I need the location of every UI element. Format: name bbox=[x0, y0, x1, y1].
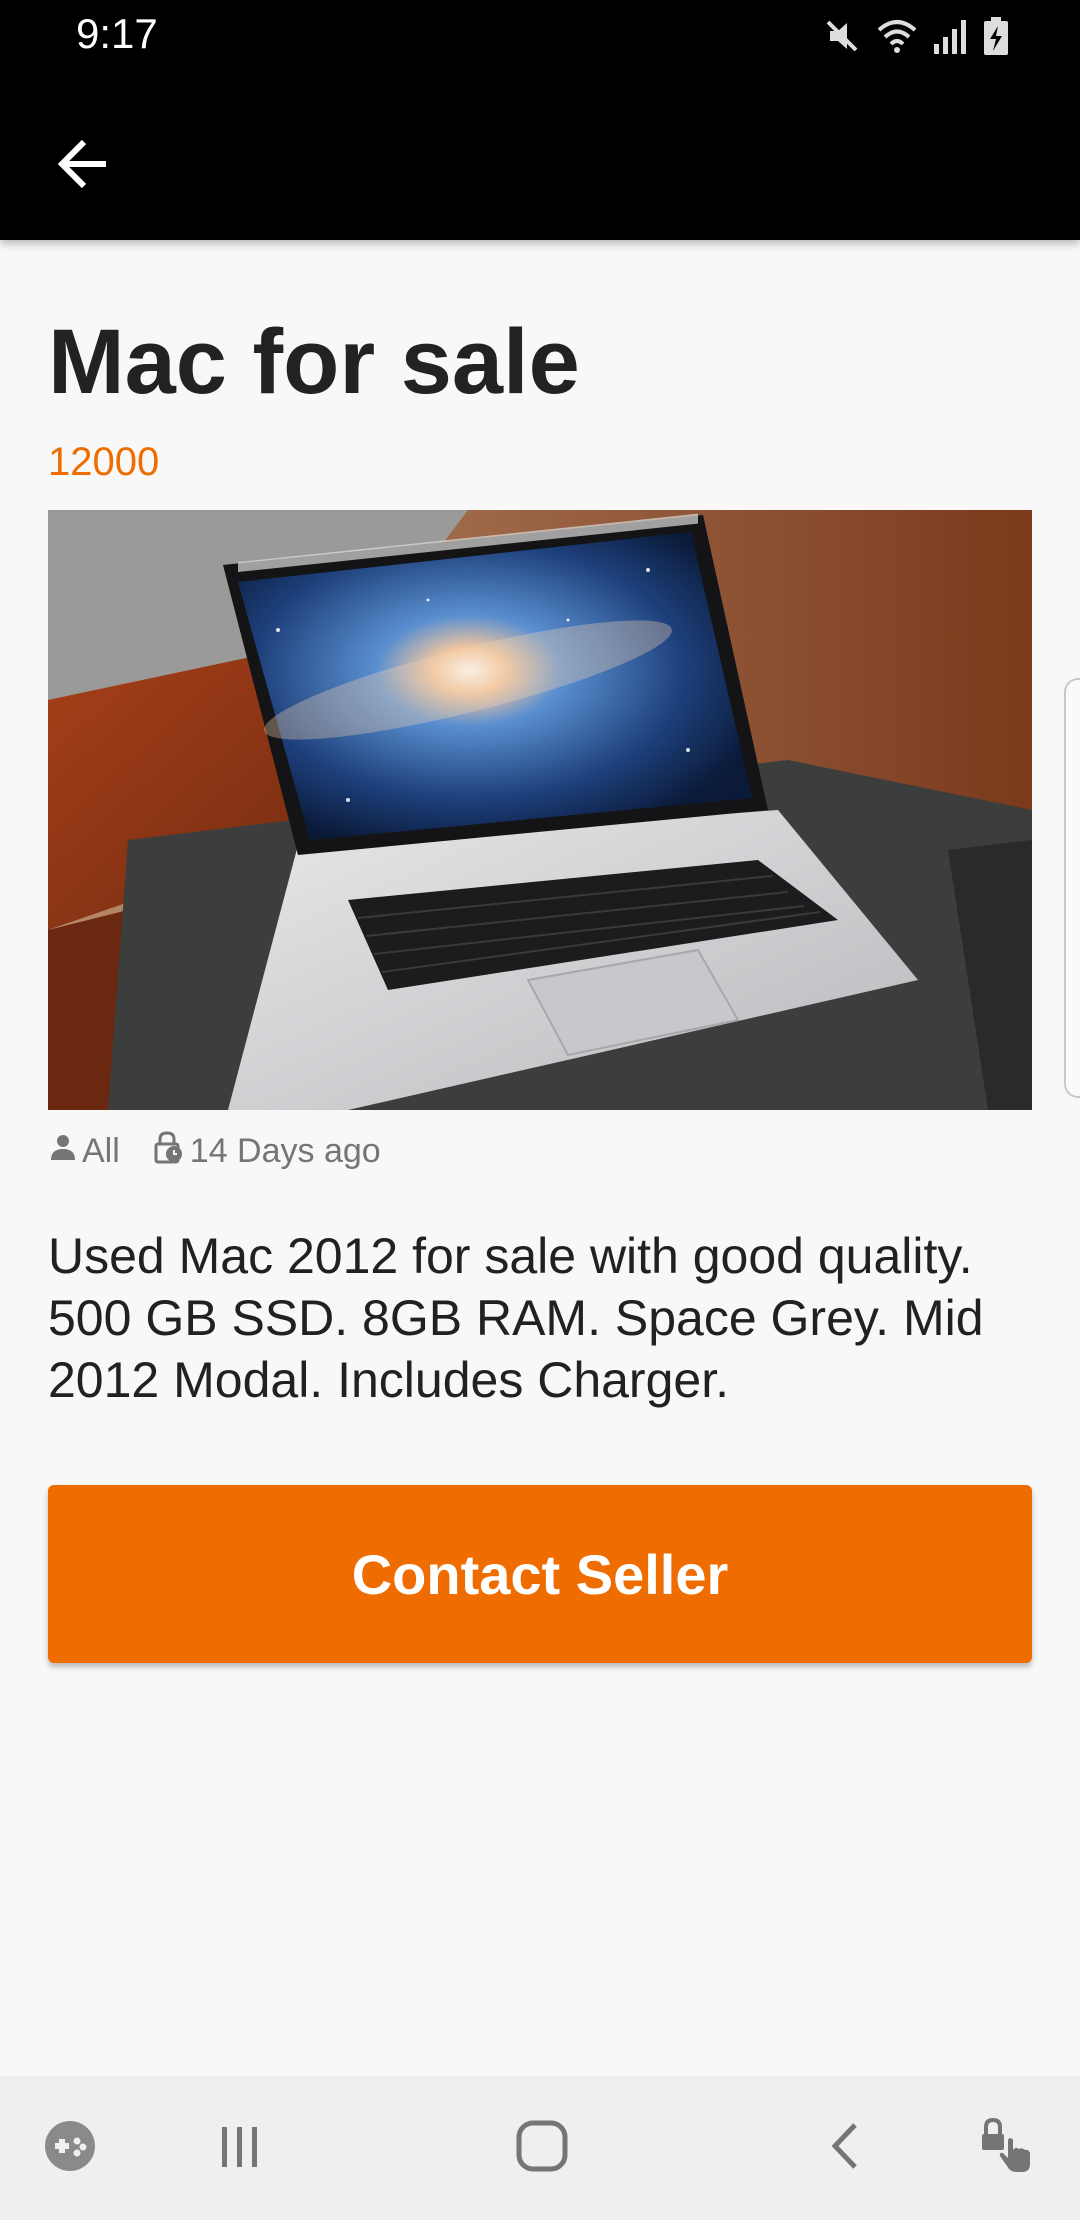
listing-description: Used Mac 2012 for sale with good quality… bbox=[48, 1228, 984, 1408]
laptop-photo[interactable] bbox=[48, 510, 1032, 1110]
app-bar bbox=[0, 72, 1080, 240]
recent-apps-button[interactable] bbox=[180, 2076, 300, 2220]
posted-meta: 14 Days ago bbox=[152, 1130, 381, 1173]
contact-seller-button[interactable]: Contact Seller bbox=[48, 1485, 1032, 1663]
listing-price: 12000 bbox=[48, 440, 160, 484]
person-icon bbox=[48, 1132, 78, 1171]
audience-label: All bbox=[82, 1132, 120, 1170]
mute-icon bbox=[822, 16, 862, 56]
status-bar: 9:17 bbox=[0, 0, 1080, 72]
game-launcher-icon bbox=[43, 2119, 97, 2178]
listing-title: Mac for sale bbox=[48, 311, 580, 413]
home-button[interactable] bbox=[482, 2076, 602, 2220]
game-launcher-button[interactable] bbox=[10, 2076, 130, 2220]
home-icon bbox=[515, 2119, 569, 2178]
back-button[interactable] bbox=[30, 112, 138, 220]
battery-charging-icon bbox=[982, 16, 1010, 56]
posted-label: 14 Days ago bbox=[189, 1132, 381, 1170]
listing-meta: All 14 Days ago bbox=[48, 1130, 403, 1173]
system-back-button[interactable] bbox=[785, 2076, 905, 2220]
status-icons bbox=[822, 14, 1010, 58]
touch-lock-icon bbox=[980, 2116, 1040, 2181]
audience-meta: All bbox=[48, 1132, 120, 1171]
touch-lock-button[interactable] bbox=[950, 2076, 1070, 2220]
edge-panel-handle[interactable] bbox=[1064, 678, 1080, 1098]
lock-clock-icon bbox=[152, 1130, 186, 1173]
wifi-icon bbox=[876, 16, 918, 56]
status-time: 9:17 bbox=[76, 10, 158, 57]
back-icon bbox=[823, 2119, 867, 2178]
recent-apps-icon bbox=[215, 2121, 265, 2176]
system-nav-bar bbox=[0, 2076, 1080, 2220]
signal-icon bbox=[932, 16, 968, 56]
arrow-left-icon bbox=[56, 136, 112, 197]
